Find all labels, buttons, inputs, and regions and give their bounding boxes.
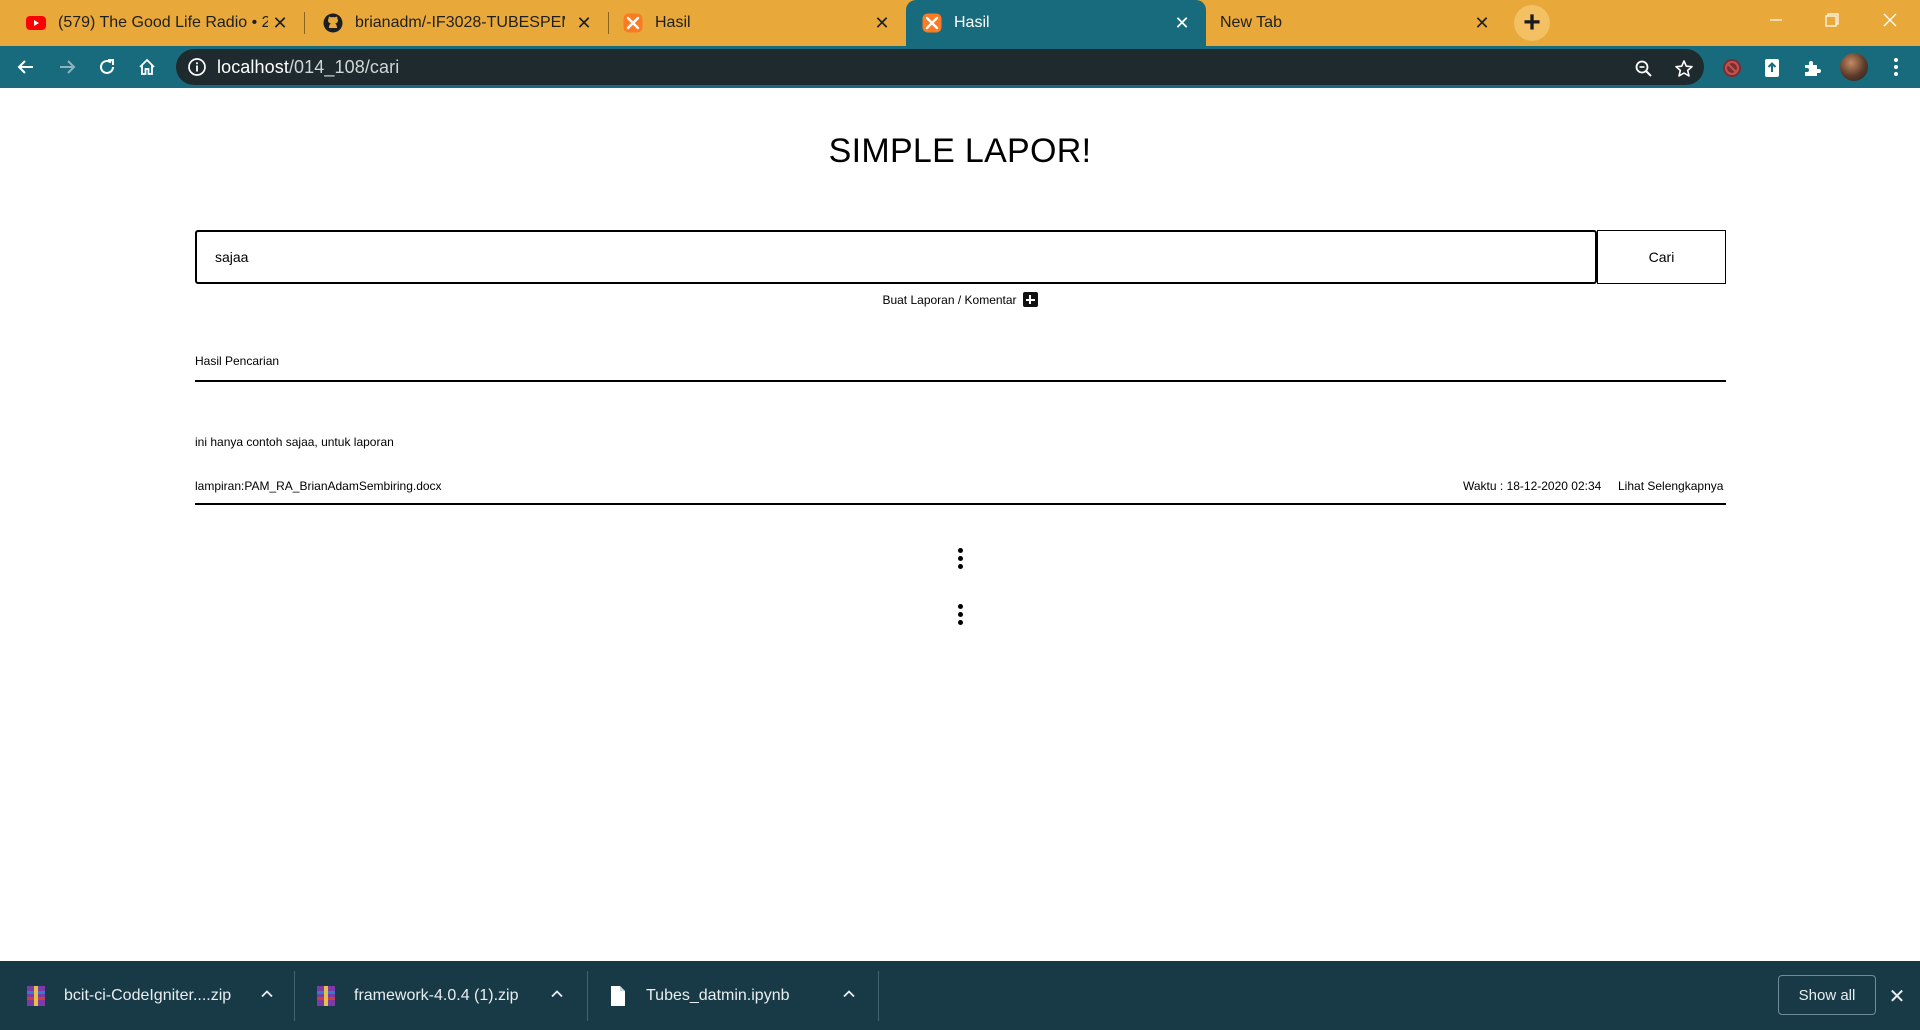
chevron-up-icon[interactable]: [840, 985, 858, 1003]
tab-youtube[interactable]: (579) The Good Life Radio • 24/7 ✕: [0, 0, 304, 46]
forward-button[interactable]: [51, 51, 83, 83]
extension-block-icon[interactable]: [1719, 55, 1745, 81]
home-button[interactable]: [131, 51, 163, 83]
address-url: localhost/014_108/cari: [217, 57, 399, 78]
browser-menu-icon[interactable]: [1886, 54, 1906, 80]
tab-close-icon[interactable]: ✕: [1472, 13, 1492, 33]
file-icon: [611, 985, 625, 1006]
show-all-button[interactable]: Show all: [1778, 975, 1876, 1015]
more-options-icon[interactable]: [950, 602, 970, 626]
download-filename: Tubes_datmin.ipynb: [646, 986, 790, 1004]
address-path: /014_108/cari: [288, 56, 400, 77]
report-text: ini hanya contoh sajaa, untuk laporan: [195, 435, 394, 449]
winrar-icon: [27, 985, 45, 1006]
tab-title: New Tab: [1220, 14, 1282, 31]
download-separator: [294, 971, 295, 1021]
tab-close-icon[interactable]: ✕: [872, 13, 892, 33]
back-button[interactable]: [10, 51, 42, 83]
chevron-up-icon[interactable]: [258, 985, 276, 1003]
report-attachment: lampiran:PAM_RA_BrianAdamSembiring.docx: [195, 479, 442, 493]
zoom-icon[interactable]: [1632, 57, 1656, 81]
winrar-icon: [317, 985, 335, 1006]
search-button[interactable]: Cari: [1597, 230, 1726, 284]
download-shelf: bcit-ci-CodeIgniter....zip framework-4.0…: [0, 961, 1920, 1030]
page-content: SIMPLE LAPOR! Cari Buat Laporan / Koment…: [0, 88, 1920, 961]
extensions-puzzle-icon[interactable]: [1799, 55, 1825, 81]
window-close-button[interactable]: [1862, 0, 1918, 40]
profile-avatar[interactable]: [1840, 53, 1868, 81]
reload-button[interactable]: [91, 51, 123, 83]
download-item[interactable]: framework-4.0.4 (1).zip: [316, 961, 586, 1030]
info-icon[interactable]: [187, 57, 207, 77]
xampp-icon: [922, 13, 942, 33]
extension-upload-icon[interactable]: [1759, 55, 1785, 81]
download-separator: [587, 971, 588, 1021]
create-report-label: Buat Laporan / Komentar: [882, 292, 1017, 307]
browser-toolbar: localhost/014_108/cari: [0, 46, 1920, 88]
tab-new-tab[interactable]: New Tab ✕: [1206, 0, 1506, 46]
chevron-up-icon[interactable]: [548, 985, 566, 1003]
page-title: SIMPLE LAPOR!: [828, 132, 1092, 170]
results-heading: Hasil Pencarian: [195, 354, 280, 368]
new-tab-button[interactable]: +: [1514, 5, 1550, 41]
tab-github[interactable]: brianadm/-IF3028-TUBESPEMWE ✕: [305, 0, 608, 46]
more-options-icon[interactable]: [950, 546, 970, 570]
tab-strip: (579) The Good Life Radio • 24/7 ✕ brian…: [0, 0, 1920, 46]
tab-hasil-active[interactable]: Hasil ✕: [906, 0, 1206, 46]
download-item[interactable]: bcit-ci-CodeIgniter....zip: [26, 961, 294, 1030]
plus-square-icon[interactable]: [1022, 292, 1038, 307]
search-input[interactable]: [195, 230, 1597, 284]
download-item[interactable]: Tubes_datmin.ipynb: [608, 961, 878, 1030]
tab-title: (579) The Good Life Radio • 24/7: [58, 14, 268, 31]
create-report-link[interactable]: Buat Laporan / Komentar: [0, 292, 1920, 307]
download-filename: framework-4.0.4 (1).zip: [354, 986, 519, 1004]
minimize-button[interactable]: [1748, 0, 1804, 40]
divider: [195, 380, 1726, 382]
download-separator: [878, 971, 879, 1021]
divider: [195, 503, 1726, 505]
tab-close-icon[interactable]: ✕: [270, 13, 290, 33]
xampp-icon: [623, 13, 643, 33]
read-more-link[interactable]: Lihat Selengkapnya: [1618, 479, 1723, 493]
restore-button[interactable]: [1804, 0, 1860, 40]
tab-title: Hasil: [954, 14, 990, 31]
tab-close-icon[interactable]: ✕: [574, 13, 594, 33]
address-host: localhost: [217, 56, 289, 77]
tab-title: Hasil: [655, 14, 691, 31]
close-icon[interactable]: ✕: [1886, 985, 1908, 1008]
report-time: Waktu : 18-12-2020 02:34: [1463, 479, 1602, 493]
github-icon: [323, 13, 343, 33]
address-bar[interactable]: localhost/014_108/cari: [176, 49, 1704, 85]
download-filename: bcit-ci-CodeIgniter....zip: [64, 986, 232, 1004]
youtube-icon: [26, 13, 46, 33]
tab-title: brianadm/-IF3028-TUBESPEMWE: [355, 14, 565, 31]
bookmark-star-icon[interactable]: [1672, 57, 1696, 81]
tab-close-icon[interactable]: ✕: [1172, 13, 1192, 33]
tab-hasil-1[interactable]: Hasil ✕: [609, 0, 906, 46]
